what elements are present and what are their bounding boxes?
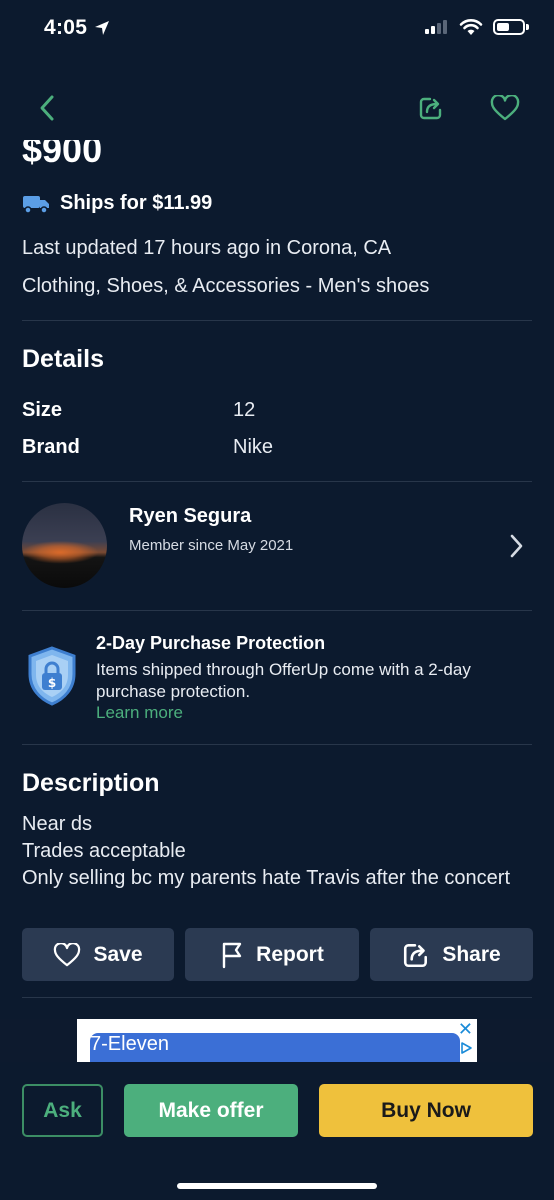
ad-close-icon[interactable]: ✕ <box>458 1019 473 1040</box>
ad-banner[interactable]: 7-Eleven ✕ <box>0 1019 554 1062</box>
detail-value-size: 12 <box>233 399 256 421</box>
seller-member-since: Member since May 2021 <box>129 537 294 554</box>
cellular-signal-icon <box>425 20 447 34</box>
flag-icon <box>222 942 242 968</box>
divider <box>22 320 532 321</box>
make-offer-button[interactable]: Make offer <box>124 1084 298 1137</box>
divider <box>22 744 532 745</box>
learn-more-link[interactable]: Learn more <box>96 703 183 723</box>
svg-text:$: $ <box>48 676 56 690</box>
divider <box>22 481 532 482</box>
ask-button[interactable]: Ask <box>22 1084 103 1137</box>
ad-text: 7-Eleven <box>90 1033 169 1055</box>
description-line: Trades acceptable <box>22 840 186 862</box>
last-updated: Last updated 17 hours ago in Corona, CA <box>22 237 392 259</box>
truck-icon <box>23 195 49 214</box>
heart-icon <box>54 942 81 966</box>
back-chevron-icon[interactable] <box>36 94 60 122</box>
divider <box>22 610 532 611</box>
ad-card[interactable]: 7-Eleven ✕ <box>77 1019 477 1062</box>
shield-lock-icon: $ <box>28 646 76 706</box>
details-title: Details <box>22 345 104 373</box>
shipping-text: Ships for $11.99 <box>60 192 213 214</box>
home-indicator[interactable] <box>177 1183 377 1189</box>
description-title: Description <box>22 769 160 797</box>
share-icon <box>404 943 428 967</box>
share-button[interactable]: Share <box>370 928 533 981</box>
location-arrow-icon <box>95 21 109 35</box>
detail-label-size: Size <box>22 399 63 421</box>
divider <box>22 997 532 998</box>
save-button[interactable]: Save <box>22 928 174 981</box>
report-button[interactable]: Report <box>185 928 359 981</box>
description-line: Only selling bc my parents hate Travis a… <box>22 867 510 889</box>
ad-choices-icon[interactable] <box>459 1041 473 1055</box>
listing-price: $900 <box>22 140 103 170</box>
wifi-icon <box>459 19 483 35</box>
protection-body: Items shipped through OfferUp come with … <box>96 660 471 701</box>
buy-now-button[interactable]: Buy Now <box>319 1084 533 1137</box>
seller-avatar[interactable] <box>22 503 107 588</box>
share-label: Share <box>442 942 501 966</box>
heart-icon[interactable] <box>490 95 520 121</box>
description-line: Near ds <box>22 813 93 835</box>
chevron-right-icon[interactable] <box>508 533 524 559</box>
battery-icon <box>493 19 525 35</box>
status-time: 4:05 <box>44 16 88 39</box>
save-label: Save <box>93 942 143 966</box>
shipping-row: Ships for $11.99 <box>22 192 212 215</box>
share-icon[interactable] <box>418 95 444 121</box>
report-label: Report <box>256 942 324 966</box>
category: Clothing, Shoes, & Accessories - Men's s… <box>22 275 430 297</box>
protection-title: 2-Day Purchase Protection <box>96 633 326 653</box>
battery-nub <box>526 24 529 30</box>
seller-name[interactable]: Ryen Segura <box>129 505 251 528</box>
detail-label-brand: Brand <box>22 436 80 458</box>
detail-value-brand: Nike <box>233 436 274 458</box>
